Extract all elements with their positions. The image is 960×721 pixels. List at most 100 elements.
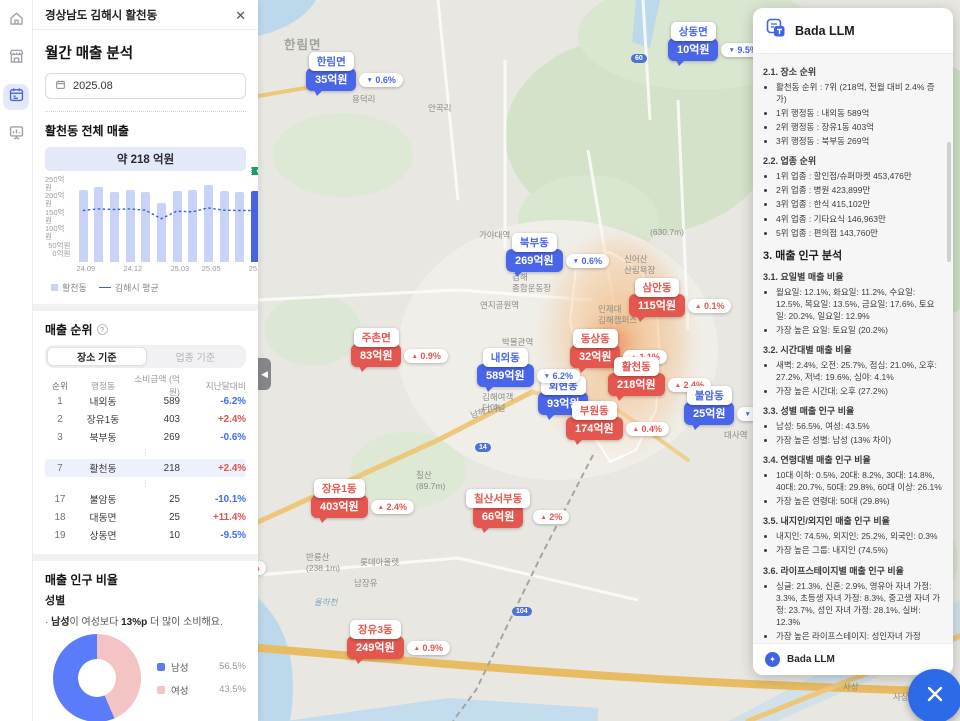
- map-place-label: 연지공원역: [480, 300, 519, 311]
- table-ellipsis: ⋮: [45, 446, 246, 459]
- map-place-label: 반룡산 (238.1m): [306, 552, 340, 573]
- breadcrumb: 경상남도 김해시 활천동: [45, 7, 157, 23]
- rail-item-home[interactable]: [3, 8, 29, 34]
- llm-bullet-list: 남성: 56.5%, 여성: 43.5%가장 높은 성별: 남성 (13% 차이…: [776, 420, 943, 446]
- map-marker-북부동[interactable]: 북부동269억원▼ 0.6%: [506, 233, 563, 272]
- llm-section-heading: 2.1. 장소 순위: [763, 65, 943, 78]
- table-row-장유1동[interactable]: 2장유1동403+2.4%: [45, 410, 246, 428]
- map-marker-불암동[interactable]: 불암동25억원▼ 10.1%: [684, 386, 734, 425]
- demographics-title: 매출 인구 비율: [45, 571, 246, 588]
- map-marker-한림면[interactable]: 한림면35억원▼ 0.6%: [306, 52, 356, 91]
- report-icon: [8, 124, 25, 146]
- average-line: [75, 180, 258, 262]
- scrollbar-thumb[interactable]: [947, 142, 951, 262]
- llm-bullet-list: 10대 이하: 0.5%, 20대: 8.2%, 30대: 14.8%, 40대…: [776, 469, 943, 507]
- table-row-상동면[interactable]: 19상동면10-9.5%: [45, 526, 246, 544]
- rank-section-title: 매출 순위: [45, 321, 93, 338]
- map-place-label: 칠산 (89.7m): [416, 470, 445, 491]
- road-number-badge: 60: [631, 54, 647, 63]
- rank-tabs: 장소 기준 업종 기준: [45, 345, 246, 368]
- llm-bullet-list: 내지인: 74.5%, 외지인: 25.2%, 외국인: 0.3%가장 높은 그…: [776, 530, 943, 556]
- map-marker-장유3동[interactable]: 장유3동249억원▲ 0.9%: [347, 620, 404, 659]
- panel-close-icon[interactable]: ✕: [235, 9, 246, 22]
- map-place-label: 남장유: [354, 578, 377, 589]
- llm-section-heading: 3. 매출 인구 분석: [763, 247, 943, 263]
- llm-section-heading: 3.4. 연령대별 매출 인구 비율: [763, 453, 943, 466]
- map-place-label: 사상: [843, 682, 859, 693]
- gender-donut-chart: [53, 634, 141, 721]
- gender-legend: 남성56.5%여성43.5%: [157, 660, 246, 697]
- app-window: 한림면용덕리안곡리가야대역김해 종합운동장연지공원역(630.7m)신어산 산림…: [0, 0, 960, 721]
- map-marker-장유1동[interactable]: 장유1동403억원▲ 2.4%: [311, 479, 368, 518]
- section-divider: [33, 554, 258, 561]
- gender-legend-item-1: 남성56.5%: [157, 660, 246, 674]
- map-place-label: 롯데아울렛: [360, 557, 399, 568]
- map-place-label: (630.7m): [650, 227, 684, 238]
- llm-bullet-list: 싱글: 21.3%, 신혼: 2.9%, 영유아 자녀 가정: 3.3%, 초등…: [776, 580, 943, 644]
- llm-section-heading: 3.1. 요일별 매출 비율: [763, 270, 943, 283]
- llm-section-heading: 2.2. 업종 순위: [763, 154, 943, 167]
- tab-by-place[interactable]: 장소 기준: [47, 347, 147, 366]
- llm-section-heading: 3.2. 시간대별 매출 비율: [763, 343, 943, 356]
- map-marker-칠산서부동[interactable]: 칠산서부동66억원▲ 2%: [466, 489, 530, 528]
- llm-bullet-list: 1위 업종 : 할인점/슈퍼마켓 453,476만2위 업종 : 병원 423,…: [776, 170, 943, 238]
- total-sales-title: 활천동 전체 매출: [45, 122, 246, 139]
- map-place-label: 안곡리: [428, 103, 451, 114]
- table-row-불암동[interactable]: 17불암동25-10.1%: [45, 490, 246, 508]
- panel-collapse-handle[interactable]: ◀: [258, 358, 271, 390]
- map-place-label: 박물관역: [502, 337, 533, 348]
- table-row-활천동[interactable]: 7활천동218+2.4%: [45, 459, 246, 477]
- bada-llm-badge-icon: ✦: [765, 652, 780, 667]
- llm-section-heading: 3.5. 내지인/외지인 매출 인구 비율: [763, 514, 943, 527]
- section-divider: [33, 304, 258, 311]
- rank-table: 순위 행정동 소비금액 (억원) 지난달대비 1내외동589-6.2%2장유1동…: [45, 372, 246, 544]
- table-row-내외동[interactable]: 1내외동589-6.2%: [45, 392, 246, 410]
- llm-section-heading: 3.3. 성별 매출 인구 비율: [763, 404, 943, 417]
- road-number-badge: 104: [512, 607, 532, 616]
- selected-month-flag-icon: [251, 167, 252, 175]
- chart-y-axis: 250억원200억원150억원100억원50억원0억원: [45, 176, 75, 258]
- calendar-icon: [8, 86, 25, 108]
- rail-item-report[interactable]: [3, 122, 29, 148]
- bada-llm-icon: [765, 17, 787, 44]
- rail-item-monthly-analysis[interactable]: [3, 84, 29, 110]
- legend-line-label: 김해시 평균: [115, 281, 159, 294]
- rail-item-store[interactable]: [3, 46, 29, 72]
- help-icon[interactable]: ?: [97, 324, 108, 335]
- map-place-label: 용덕리: [352, 94, 375, 105]
- legend-bar-swatch: [51, 284, 58, 291]
- llm-bullet-list: 새벽: 2.4%, 오전: 25.7%, 점심: 21.0%, 오후: 27.2…: [776, 359, 943, 397]
- page-title: 월간 매출 분석: [45, 42, 246, 63]
- store-icon: [8, 48, 25, 70]
- home-icon: [8, 10, 25, 32]
- llm-section-heading: 3.6. 라이프스테이지별 매출 인구 비율: [763, 564, 943, 577]
- chart-x-axis: 24.0924.1225.0325.0525.08: [78, 262, 258, 274]
- chart-legend: 활천동 김해시 평균: [51, 281, 246, 294]
- month-picker-value: 2025.08: [73, 80, 113, 92]
- map-marker-내외동[interactable]: 내외동589억원▼ 6.2%: [477, 348, 534, 387]
- month-picker[interactable]: 2025.08: [45, 73, 246, 99]
- close-icon: [925, 684, 945, 709]
- sidebar-rail: [0, 0, 33, 721]
- map-place-label: 신어산 산림욕장: [624, 254, 655, 275]
- map-marker-부원동[interactable]: 부원동174억원▲ 0.4%: [566, 401, 623, 440]
- map-marker-삼안동[interactable]: 삼안동115억원▲ 0.1%: [629, 278, 685, 317]
- map-marker-활천동[interactable]: 활천동218억원▲ 2.4%: [608, 357, 665, 396]
- divider: [45, 111, 246, 112]
- chart-plot-area[interactable]: [75, 180, 246, 262]
- table-row-북부동[interactable]: 3북부동269-0.6%: [45, 428, 246, 446]
- table-ellipsis: ⋮: [45, 477, 246, 490]
- llm-bullet-list: 월요일: 12.1%, 화요일: 11.2%, 수요일: 12.5%, 목요일:…: [776, 286, 943, 336]
- map-marker-상동면[interactable]: 상동면10억원▼ 9.5%: [668, 22, 718, 61]
- llm-report-content[interactable]: 2.1. 장소 순위활천동 순위 : 7위 (218억, 전월 대비 2.4% …: [753, 54, 953, 643]
- rank-table-header: 순위 행정동 소비금액 (억원) 지난달대비: [45, 372, 246, 392]
- close-llm-fab[interactable]: [908, 669, 960, 721]
- bada-llm-panel: Bada LLM 2.1. 장소 순위활천동 순위 : 7위 (218억, 전월…: [753, 8, 953, 675]
- total-sales-badge: 약 218 억원: [45, 147, 246, 171]
- llm-bullet-list: 활천동 순위 : 7위 (218억, 전월 대비 2.4% 증가)1위 행정동 …: [776, 81, 943, 147]
- map-marker-주촌면[interactable]: 주촌면83억원▲ 0.9%: [351, 328, 401, 367]
- monthly-sales-chart: 250억원200억원150억원100억원50억원0억원 24.0924.1225…: [45, 180, 246, 294]
- llm-panel-title: Bada LLM: [795, 24, 855, 38]
- tab-by-category[interactable]: 업종 기준: [147, 347, 245, 366]
- table-row-대동면[interactable]: 18대동면25+11.4%: [45, 508, 246, 526]
